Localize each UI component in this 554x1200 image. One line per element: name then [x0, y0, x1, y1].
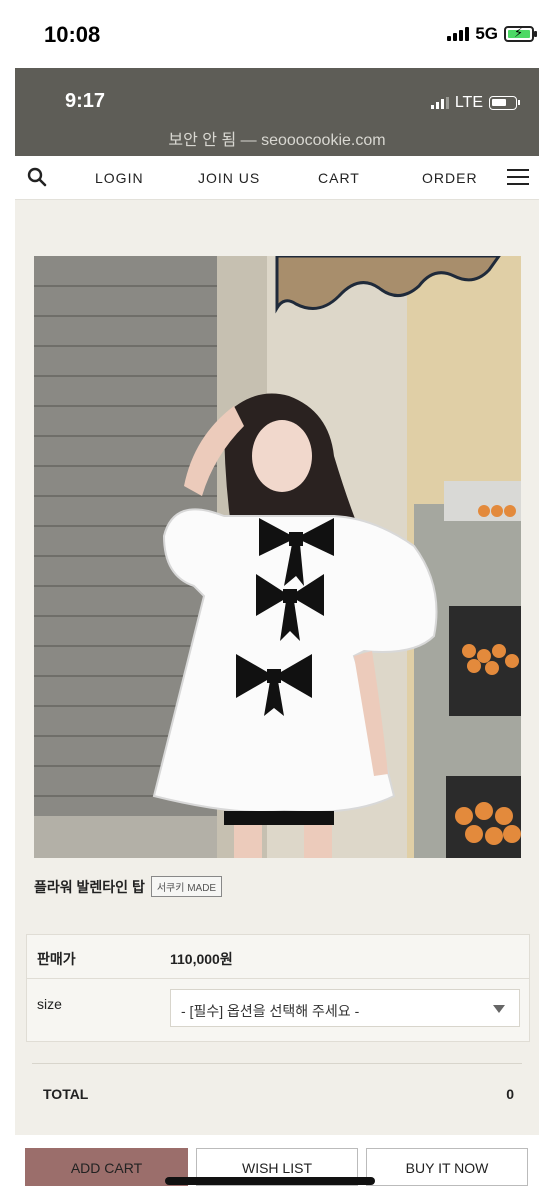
- nav-cart-link[interactable]: CART: [318, 170, 360, 186]
- hamburger-menu-icon[interactable]: [507, 169, 529, 185]
- battery-charging-icon: ⚡: [504, 25, 537, 42]
- inner-status-bar: 9:17 LTE 보안 안 됨 — seooocookie.com: [15, 68, 539, 156]
- device-status-bar: 10:08 5G ⚡: [0, 0, 554, 68]
- signal-icon: [447, 27, 470, 41]
- size-select[interactable]: - [필수] 옵션을 선택해 주세요 -: [170, 989, 520, 1027]
- device-network-label: 5G: [475, 24, 498, 43]
- product-info-table: 판매가 110,000원 size - [필수] 옵션을 선택해 주세요 -: [26, 934, 530, 1042]
- nav-join-link[interactable]: JOIN US: [198, 170, 260, 186]
- browser-url-bar[interactable]: 보안 안 됨 — seooocookie.com: [15, 126, 539, 150]
- search-icon[interactable]: [27, 167, 47, 187]
- buy-now-button[interactable]: BUY IT NOW: [366, 1148, 528, 1186]
- size-select-value: - [필수] 옵션을 선택해 주세요 -: [181, 1003, 360, 1019]
- price-row: 판매가 110,000원: [27, 935, 529, 979]
- inner-status-icons: LTE: [430, 94, 520, 112]
- add-cart-button[interactable]: ADD CART: [25, 1148, 188, 1186]
- inner-signal-icon: [430, 97, 449, 109]
- nav-login-link[interactable]: LOGIN: [95, 170, 144, 186]
- size-label: size: [37, 996, 62, 1012]
- device-time: 10:08: [44, 22, 101, 47]
- price-value: 110,000원: [170, 951, 233, 967]
- nav-order-link[interactable]: ORDER: [422, 170, 478, 186]
- dropdown-arrow-icon: [493, 1005, 505, 1013]
- size-row: size - [필수] 옵션을 선택해 주세요 -: [27, 979, 529, 1043]
- device-status-icons: 5G ⚡: [447, 24, 537, 44]
- product-name: 플라워 발렌타인 탑: [34, 878, 145, 895]
- screenshot-frame: 9:17 LTE 보안 안 됨 — seooocookie.com LOGIN …: [15, 68, 539, 1200]
- bottom-action-bar: ADD CART WISH LIST BUY IT NOW: [15, 1135, 539, 1200]
- price-label: 판매가: [37, 951, 76, 967]
- product-badge: 서쿠키 MADE: [150, 876, 223, 897]
- inner-network-label: LTE: [454, 94, 483, 111]
- divider: [32, 1063, 522, 1064]
- home-indicator[interactable]: [165, 1177, 375, 1185]
- total-label: TOTAL: [43, 1086, 89, 1102]
- total-value: 0: [506, 1086, 514, 1102]
- site-navigation: LOGIN JOIN US CART ORDER: [15, 156, 539, 200]
- product-photo[interactable]: [34, 256, 521, 858]
- product-title-row: 플라워 발렌타인 탑 서쿠키 MADE: [34, 876, 223, 897]
- inner-battery-icon: [489, 96, 520, 110]
- inner-time: 9:17: [65, 90, 106, 112]
